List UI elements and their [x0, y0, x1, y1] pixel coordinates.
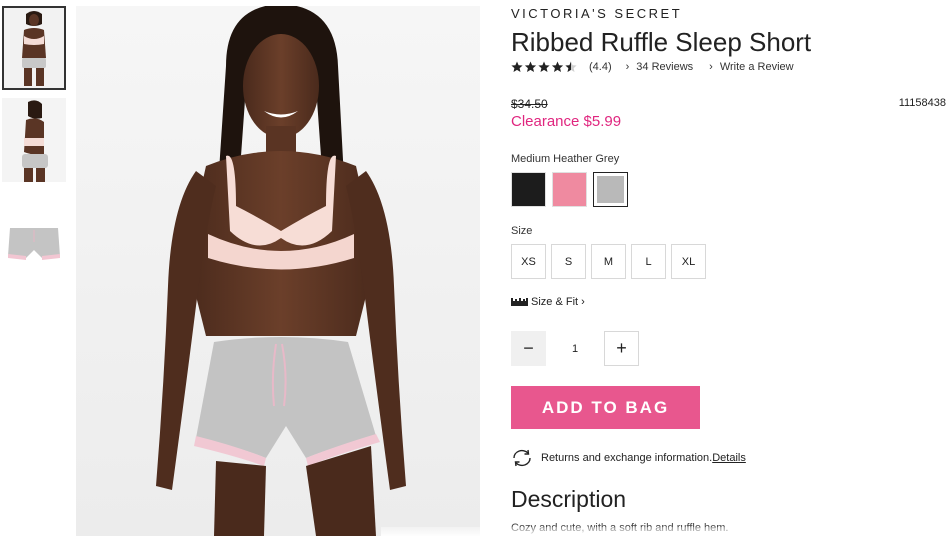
write-review-label: Write a Review	[719, 61, 794, 73]
product-sku: 11158438	[898, 97, 946, 109]
quantity-decrease-button[interactable]: −	[511, 331, 546, 366]
star-rating-icon[interactable]	[511, 61, 579, 73]
description-heading: Description	[511, 486, 627, 512]
main-product-image[interactable]	[76, 6, 480, 536]
returns-info: Returns and exchange information. Detail…	[511, 449, 746, 467]
quantity-value[interactable]: 1	[546, 343, 604, 355]
size-m-button[interactable]: M	[591, 244, 626, 279]
size-options: XS S M L XL	[511, 244, 706, 279]
chevron-right-icon: ›	[625, 61, 630, 73]
size-label: Size	[511, 225, 533, 237]
description-fade-overlay	[381, 527, 948, 536]
product-info-panel: VICTORIA'S SECRET Ribbed Ruffle Sleep Sh…	[381, 0, 948, 536]
chevron-right-icon: ›	[581, 296, 585, 308]
thumbnail-front[interactable]	[2, 6, 66, 90]
clearance-price: Clearance $5.99	[511, 113, 622, 130]
write-review-link[interactable]: › Write a Review	[709, 61, 793, 73]
size-s-button[interactable]: S	[551, 244, 586, 279]
quantity-stepper: − 1 +	[511, 331, 639, 366]
ruler-icon	[511, 298, 528, 306]
chevron-right-icon: ›	[709, 61, 713, 73]
swatch-black[interactable]	[511, 172, 546, 207]
size-fit-label: Size & Fit	[531, 296, 579, 308]
add-to-bag-button[interactable]: ADD TO BAG	[511, 386, 700, 429]
swatch-medium-heather-grey[interactable]	[593, 172, 628, 207]
product-title: Ribbed Ruffle Sleep Short	[511, 27, 812, 57]
returns-details-link[interactable]: Details	[712, 452, 746, 464]
color-swatches	[511, 172, 628, 207]
brand-name: VICTORIA'S SECRET	[511, 6, 683, 21]
size-fit-link[interactable]: Size & Fit ›	[511, 296, 585, 308]
reviews-link[interactable]: › 34 Reviews	[626, 61, 694, 73]
size-xl-button[interactable]: XL	[671, 244, 706, 279]
thumbnail-flat[interactable]	[2, 212, 66, 272]
original-price: $34.50	[511, 97, 548, 111]
exchange-icon	[513, 449, 531, 467]
thumbnail-side[interactable]	[2, 98, 66, 182]
size-xs-button[interactable]: XS	[511, 244, 546, 279]
swatch-pink[interactable]	[552, 172, 587, 207]
reviews-link-label: 34 Reviews	[636, 61, 694, 73]
rating-value: (4.4)	[589, 61, 612, 73]
selected-color-label: Medium Heather Grey	[511, 153, 620, 165]
rating-row: (4.4) › 34 Reviews › Write a Review	[511, 60, 810, 74]
quantity-increase-button[interactable]: +	[604, 331, 639, 366]
returns-text: Returns and exchange information.	[541, 452, 713, 464]
size-l-button[interactable]: L	[631, 244, 666, 279]
